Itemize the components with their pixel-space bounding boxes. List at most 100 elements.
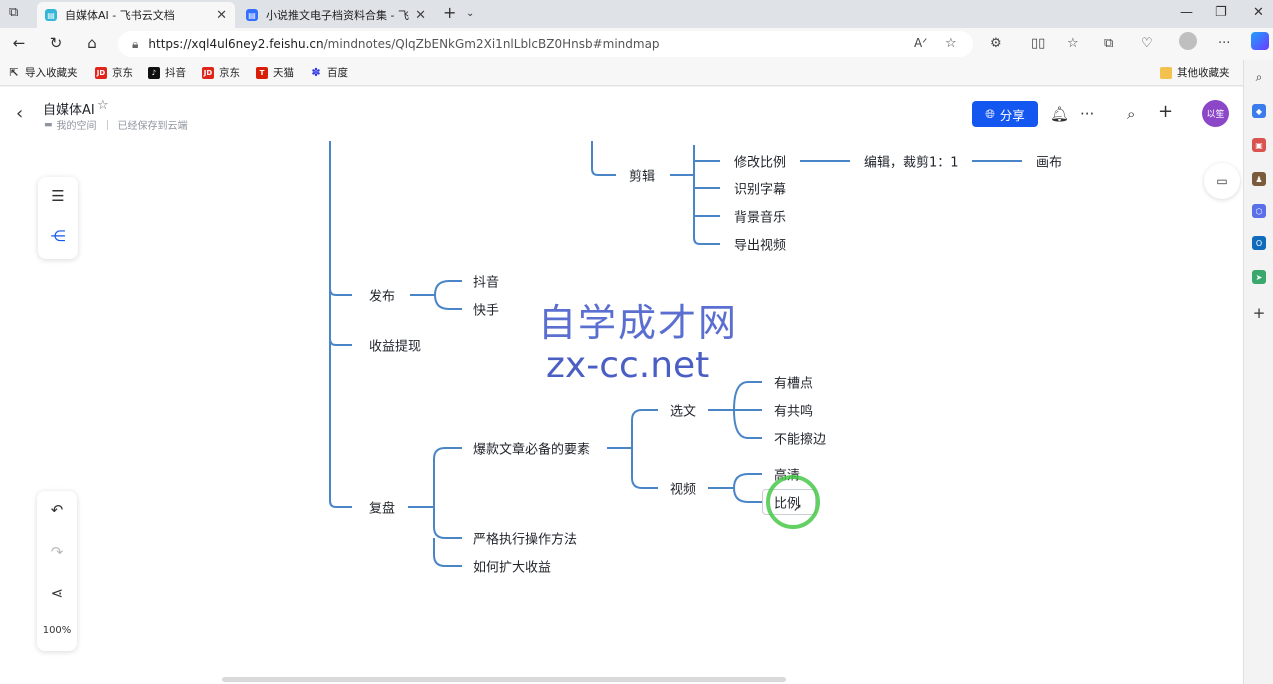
node-shibie[interactable]: 识别字幕 <box>734 179 786 198</box>
toolbox-icon[interactable]: ▣ <box>1252 138 1266 152</box>
watermark: 自学成才网 zx-cc.net <box>538 301 738 387</box>
extensions-icon[interactable]: ⚙ <box>990 36 1002 51</box>
horizontal-scrollbar[interactable] <box>222 677 786 682</box>
window-close-icon[interactable]: ✕ <box>1253 5 1264 20</box>
bookmark-label: 导入收藏夹 <box>25 67 78 79</box>
node-yougong[interactable]: 有共鸣 <box>774 401 813 420</box>
tab-inactive[interactable]: ▤ 小说推文电子档资料合集 - 飞书云文档 ✕ <box>238 2 434 28</box>
microsoft-365-icon[interactable]: ⬡ <box>1252 204 1266 218</box>
tab-title: 小说推文电子档资料合集 - 飞书云文档 <box>266 9 409 22</box>
tab-strip: ⧉ ▤ 自媒体AI - 飞书云文档 ✕ ▤ 小说推文电子档资料合集 - 飞书云文… <box>0 0 1273 28</box>
baidu-icon: ✽ <box>311 66 321 79</box>
zoom-level[interactable]: 100% <box>37 625 77 636</box>
add-icon[interactable]: + <box>1252 304 1266 322</box>
address-bar[interactable]: 🔒︎ https://xql4ul6ney2.feishu.cn /mindno… <box>118 31 973 57</box>
browser-essentials-icon[interactable]: ♡ <box>1141 36 1153 51</box>
share-button[interactable]: 🌐︎ 分享 <box>972 101 1038 127</box>
cursor-icon: ➚ <box>793 501 803 514</box>
tab-actions-icon[interactable]: ⧉ <box>9 5 18 20</box>
import-icon: ⇱ <box>9 66 19 79</box>
edge-sidebar: ⌕ ◆ ▣ ♟ ⬡ O ➤ + <box>1243 60 1273 684</box>
node-bianji[interactable]: 编辑，裁剪1：1 <box>864 152 959 171</box>
tab-active[interactable]: ▤ 自媒体AI - 飞书云文档 ✕ <box>37 2 235 28</box>
node-shouyi[interactable]: 收益提现 <box>369 336 421 355</box>
node-jianji[interactable]: 剪辑 <box>629 166 655 185</box>
bookmark-jd[interactable]: JD 京东 <box>95 65 133 80</box>
bookmark-other-folder[interactable]: 其他收藏夹 <box>1160 65 1230 80</box>
node-douyin[interactable]: 抖音 <box>473 272 499 291</box>
favorites-icon[interactable]: ☆ <box>1067 36 1079 51</box>
refresh-icon[interactable]: ↻ <box>46 34 66 52</box>
minimize-icon[interactable]: — <box>1180 5 1193 20</box>
bell-icon[interactable]: 🔔︎ <box>1050 105 1069 123</box>
read-aloud-icon[interactable]: Aᐟ <box>914 36 927 50</box>
node-xiugai[interactable]: 修改比例 <box>734 152 786 171</box>
outlook-icon[interactable]: O <box>1252 236 1266 250</box>
home-icon[interactable]: ⌂ <box>82 34 102 52</box>
node-fabu[interactable]: 发布 <box>369 286 395 305</box>
node-ruhe[interactable]: 如何扩大收益 <box>473 557 551 576</box>
breadcrumb-space[interactable]: 我的空间 <box>57 117 97 132</box>
jd-icon: JD <box>95 66 107 79</box>
collections-icon[interactable]: ⧉ <box>1104 36 1113 51</box>
node-bunengca[interactable]: 不能擦边 <box>774 429 826 448</box>
layout-icon[interactable]: ⋖ <box>37 584 77 602</box>
node-youcao[interactable]: 有槽点 <box>774 373 813 392</box>
feishu-docs-icon: ▤ <box>45 9 57 21</box>
bookmark-import[interactable]: ⇱ 导入收藏夹 <box>8 65 78 80</box>
bookmark-tmall[interactable]: T 天猫 <box>256 65 294 80</box>
send-icon[interactable]: ➤ <box>1252 270 1266 284</box>
bookmark-baidu[interactable]: ✽ 百度 <box>310 65 348 80</box>
comment-button[interactable]: ▭ <box>1204 163 1240 199</box>
search-icon[interactable]: ⌕ <box>1252 70 1266 84</box>
node-baokuan[interactable]: 爆款文章必备的要素 <box>473 439 590 458</box>
node-fupan[interactable]: 复盘 <box>369 498 395 517</box>
close-icon[interactable]: ✕ <box>415 8 426 23</box>
new-tab-icon[interactable]: + <box>443 3 456 22</box>
mindmap-connectors <box>329 141 1022 567</box>
node-xuanwen[interactable]: 选文 <box>670 401 696 420</box>
list-icon[interactable]: ☰ <box>38 187 78 205</box>
back-arrow-icon[interactable]: ← <box>9 34 29 52</box>
tab-title: 自媒体AI - 飞书云文档 <box>65 9 175 22</box>
more-menu-icon[interactable]: ··· <box>1218 36 1230 51</box>
mindmap-canvas[interactable]: 剪辑 修改比例 编辑，裁剪1：1 画布 识别字幕 背景音乐 导出视频 发布 抖音… <box>0 141 1243 684</box>
feishu-docs-icon: ▤ <box>246 9 258 21</box>
bookmarks-bar: ⇱ 导入收藏夹 JD 京东 ♪ 抖音 JD 京东 T 天猫 ✽ 百度 其他收藏夹 <box>0 60 1273 86</box>
back-chevron-icon[interactable]: ‹ <box>16 103 23 124</box>
maximize-icon[interactable]: ❐ <box>1215 5 1227 20</box>
profile-avatar-icon[interactable] <box>1179 32 1197 50</box>
add-icon[interactable]: + <box>1158 101 1173 122</box>
split-screen-icon[interactable]: ▯▯ <box>1031 36 1045 51</box>
search-icon[interactable]: ⌕ <box>1127 105 1135 123</box>
redo-icon[interactable]: ↷ <box>37 543 77 561</box>
node-kuaishou[interactable]: 快手 <box>473 300 499 319</box>
star-icon[interactable]: ☆ <box>97 98 109 113</box>
more-icon[interactable]: ··· <box>1080 105 1094 123</box>
bookmark-label: 百度 <box>327 67 348 79</box>
bookmark-label: 抖音 <box>165 67 186 79</box>
node-huabu[interactable]: 画布 <box>1036 152 1062 171</box>
avatar[interactable]: 以笙 <box>1202 100 1229 127</box>
undo-icon[interactable]: ↶ <box>37 501 77 519</box>
bookmark-douyin[interactable]: ♪ 抖音 <box>148 65 186 80</box>
node-shipin[interactable]: 视频 <box>670 479 696 498</box>
node-beijing[interactable]: 背景音乐 <box>734 207 786 226</box>
copilot-icon[interactable] <box>1251 32 1269 50</box>
doc-header: ‹ 自媒体AI ☆ ▬ 我的空间 已经保存到云端 🌐︎ 分享 🔔︎ ··· ⌕ … <box>0 87 1243 141</box>
node-daochu[interactable]: 导出视频 <box>734 235 786 254</box>
bookmark-jd-2[interactable]: JD 京东 <box>202 65 240 80</box>
canvas-toolbar: ↶ ↷ ⋖ 100% <box>37 491 77 651</box>
outline-panel: ☰ ⋲ <box>38 177 78 259</box>
folder-icon: ▬ <box>44 119 53 130</box>
games-icon[interactable]: ♟ <box>1252 172 1266 186</box>
bookmark-label: 京东 <box>112 67 133 79</box>
shopping-tag-icon[interactable]: ◆ <box>1252 104 1266 118</box>
douyin-icon: ♪ <box>148 66 160 79</box>
favorite-star-icon[interactable]: ☆ <box>945 36 957 51</box>
url-host: https://xql4ul6ney2.feishu.cn <box>148 37 324 51</box>
close-icon[interactable]: ✕ <box>216 8 227 23</box>
mindmap-icon[interactable]: ⋲ <box>38 227 78 245</box>
node-yange[interactable]: 严格执行操作方法 <box>473 529 577 548</box>
tab-list-chevron-icon[interactable]: ⌄ <box>466 8 474 19</box>
